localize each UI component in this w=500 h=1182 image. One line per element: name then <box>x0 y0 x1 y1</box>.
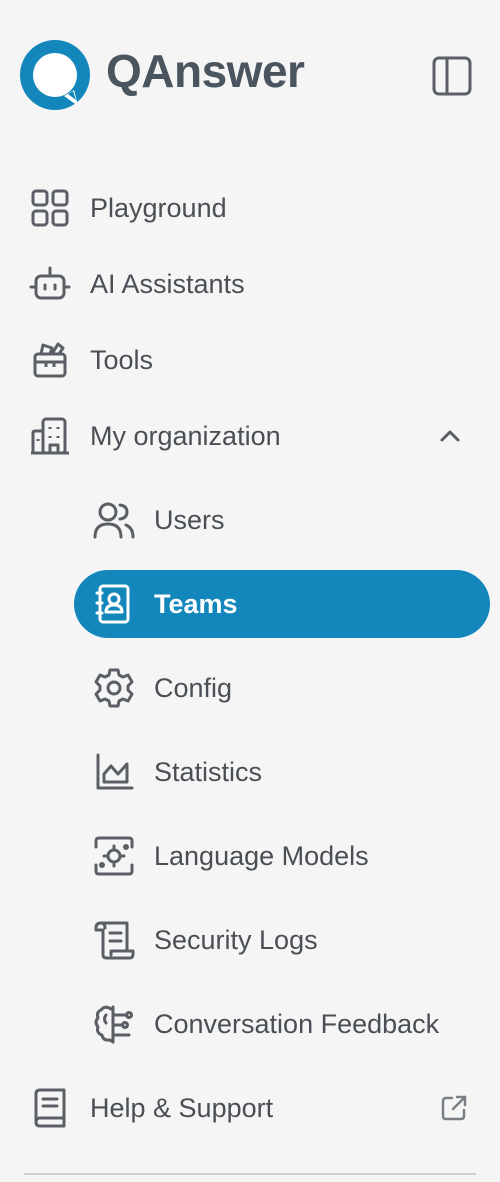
external-link-icon <box>436 1090 472 1126</box>
nav-item-playground[interactable]: Playground <box>0 176 500 240</box>
building-icon <box>28 414 72 458</box>
sidebar-item-security-logs[interactable]: Security Logs <box>0 908 500 972</box>
nav-label: Teams <box>154 588 238 619</box>
brand-name: QAnswer <box>106 45 305 97</box>
sidebar-toggle-button[interactable] <box>430 54 474 98</box>
nav-label: Conversation Feedback <box>154 1008 440 1039</box>
ai-chip-icon <box>92 834 136 878</box>
nav-label: Security Logs <box>154 924 318 955</box>
grid-icon <box>28 186 72 230</box>
nav-label: Playground <box>90 192 227 223</box>
users-icon <box>92 498 136 542</box>
sidebar-item-users[interactable]: Users <box>0 488 500 552</box>
nav-label: Statistics <box>154 756 263 787</box>
nav-item-ai-assistants[interactable]: AI Assistants <box>0 252 500 316</box>
brain-icon <box>92 1002 136 1046</box>
robot-icon <box>28 262 72 306</box>
nav-label: My organization <box>90 420 281 451</box>
nav-label: Help & Support <box>90 1092 274 1123</box>
divider <box>24 1173 476 1175</box>
toolbox-icon <box>28 338 72 382</box>
chart-icon <box>92 750 136 794</box>
nav-item-tools[interactable]: Tools <box>0 328 500 392</box>
nav-item-my-organization[interactable]: My organization <box>0 404 500 468</box>
scroll-icon <box>92 918 136 962</box>
sidebar-item-language-models[interactable]: Language Models <box>0 824 500 888</box>
contact-book-icon <box>92 582 136 626</box>
gear-icon <box>92 666 136 710</box>
sidebar-collapse-icon <box>431 55 473 97</box>
chevron-up-icon[interactable] <box>432 418 468 454</box>
nav-label: Tools <box>90 344 154 375</box>
nav-label: Language Models <box>154 840 369 871</box>
sidebar-item-conversation-feedback[interactable]: Conversation Feedback <box>0 992 500 1056</box>
sidebar-item-config[interactable]: Config <box>0 656 500 720</box>
nav-item-help-support[interactable]: Help & Support <box>0 1076 500 1140</box>
sidebar-item-teams[interactable]: Teams <box>0 572 500 636</box>
nav-label: Config <box>154 672 233 703</box>
nav-label: Users <box>154 504 225 535</box>
sidebar-item-statistics[interactable]: Statistics <box>0 740 500 804</box>
qanswer-logo[interactable] <box>16 36 96 116</box>
book-icon <box>28 1086 72 1130</box>
nav-label: AI Assistants <box>90 268 245 299</box>
